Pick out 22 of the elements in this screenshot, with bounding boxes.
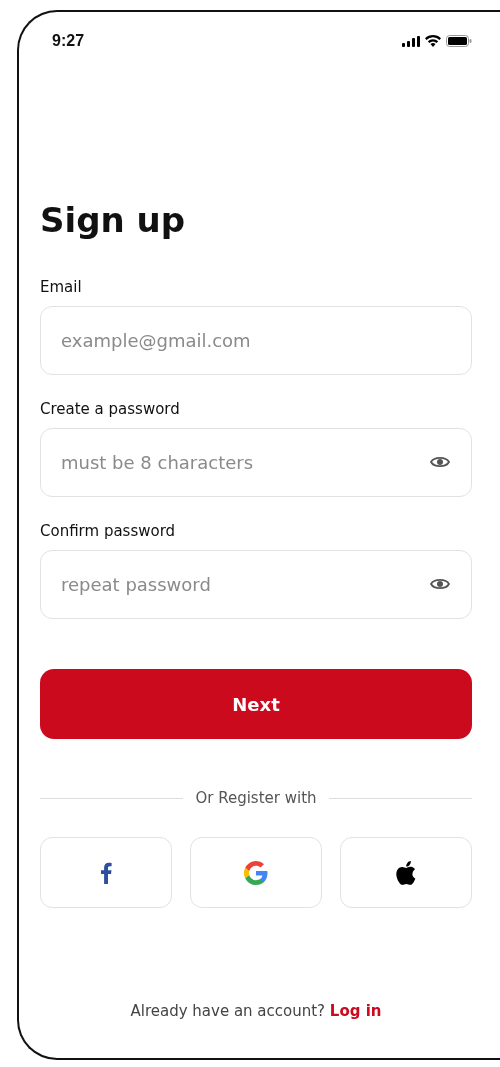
google-g-icon xyxy=(244,860,268,885)
field-label: Create a password xyxy=(40,400,181,418)
password-field[interactable]: must be 8 characters xyxy=(40,428,472,497)
field-label: Email xyxy=(40,278,83,296)
next-button[interactable]: Next xyxy=(40,669,472,739)
eye-icon[interactable] xyxy=(430,455,450,469)
eye-icon[interactable] xyxy=(430,577,450,591)
field-label: Confirm password xyxy=(40,522,177,540)
facebook-f-icon xyxy=(100,861,112,884)
login-link[interactable]: Log in xyxy=(329,1002,382,1020)
signal-icon xyxy=(402,35,420,47)
page-title: Sign up xyxy=(40,200,187,240)
battery-icon xyxy=(446,35,472,47)
password-field[interactable]: repeat password xyxy=(40,550,472,619)
email-field[interactable]: example@gmail.com xyxy=(40,306,472,375)
apple-icon xyxy=(396,860,416,885)
status-time: 9:27 xyxy=(52,32,85,50)
divider-text: Or Register with xyxy=(195,789,317,807)
apple-login-button[interactable] xyxy=(340,837,472,908)
login-prompt: Already have an account? Log in xyxy=(129,1002,383,1020)
wifi-icon xyxy=(425,35,441,47)
google-login-button[interactable] xyxy=(190,837,322,908)
